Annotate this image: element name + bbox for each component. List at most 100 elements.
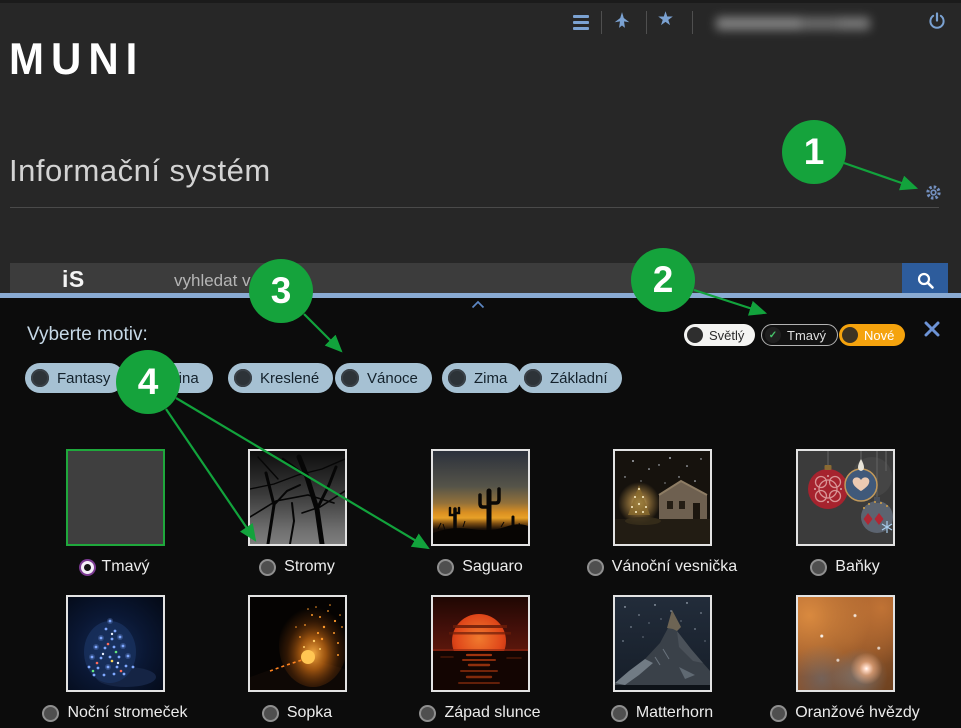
theme-card-banky[interactable]: Baňky [754,449,936,576]
menu-icon[interactable] [573,15,589,30]
theme-radio[interactable] [611,705,628,722]
callout-2: 2 [631,248,695,312]
theme-card-matterhorn[interactable]: Matterhorn [571,595,753,722]
category-dot [448,369,466,387]
collapse-chevron-icon[interactable] [471,300,485,309]
theme-label: Saguaro [462,558,523,576]
theme-label: Oranžové hvězdy [795,704,920,722]
callout-number: 4 [138,361,159,403]
saguaro-art [433,451,528,544]
category-dot [234,369,252,387]
sopka-art [250,597,345,690]
callout-1: 1 [782,120,846,184]
stromy-art [250,451,345,544]
search-button[interactable] [902,263,948,297]
close-icon[interactable] [924,321,940,337]
theme-thumbnail-vanocni-vesnicka[interactable] [613,449,712,546]
theme-thumbnail-sopka[interactable] [248,595,347,692]
category-pill-zakladni[interactable]: Základní [518,363,622,393]
theme-radio[interactable] [419,705,436,722]
callout-number: 2 [653,259,674,301]
toggle-light-mode[interactable]: Světlý [684,324,755,346]
category-pill-kreslene[interactable]: Kreslené [228,363,333,393]
theme-thumbnail-oranzove-hvezdy[interactable] [796,595,895,692]
category-label: Zima [474,370,507,387]
theme-card-nocni-stromecek[interactable]: Noční stromeček [24,595,206,722]
header-divider [692,11,693,34]
stromecek-art [68,597,163,690]
theme-card-vanocni-vesnicka[interactable]: Vánoční vesnička [571,449,753,576]
star-icon[interactable] [657,8,674,31]
matterhorn-art [615,597,710,690]
category-pill-fantasy[interactable]: Fantasy [25,363,124,393]
theme-thumbnail-zapad-slunce[interactable] [431,595,530,692]
category-dot [31,369,49,387]
callout-3: 3 [249,259,313,323]
toggle-new-themes[interactable]: Nové [839,324,905,346]
theme-card-oranzove-hvezdy[interactable]: Oranžové hvězdy [754,595,936,722]
theme-thumbnail-stromy[interactable] [248,449,347,546]
ismu-page: MUNI Informační systém iS Vyberte motiv:… [0,0,961,728]
theme-thumbnail-banky[interactable] [796,449,895,546]
theme-radio[interactable] [810,559,827,576]
toggle-dot [842,327,858,343]
theme-card-zapad-slunce[interactable]: Západ slunce [389,595,571,722]
category-pill-vanoce[interactable]: Vánoce [335,363,432,393]
theme-label: Noční stromeček [67,704,187,722]
theme-card-saguaro[interactable]: Saguaro [389,449,571,576]
toggle-dark-mode-selected[interactable]: Tmavý [761,324,838,346]
theme-label: Sopka [287,704,332,722]
theme-radio[interactable] [259,559,276,576]
nebula-art [798,597,893,690]
toggle-label: Tmavý [787,328,826,343]
theme-label: Tmavý [102,558,150,576]
category-dot [341,369,359,387]
top-edge-strip [0,0,961,3]
theme-label: Západ slunce [444,704,540,722]
theme-thumbnail-tmavy[interactable] [66,449,165,546]
theme-radio[interactable] [42,705,59,722]
vesnicka-art [615,451,710,544]
theme-radio-selected[interactable] [81,561,94,574]
category-label: Fantasy [57,370,110,387]
category-label: Vánoce [367,370,418,387]
theme-radio[interactable] [770,705,787,722]
theme-radio[interactable] [262,705,279,722]
theme-thumbnail-nocni-stromecek[interactable] [66,595,165,692]
theme-thumbnail-saguaro[interactable] [431,449,530,546]
theme-card-tmavy[interactable]: Tmavý [24,449,206,576]
toggle-dot [687,327,703,343]
theme-label: Baňky [835,558,879,576]
theme-label: Matterhorn [636,704,713,722]
banky-art [798,451,893,544]
theme-thumbnail-matterhorn[interactable] [613,595,712,692]
category-pill-zima[interactable]: Zima [442,363,521,393]
toggle-label: Světlý [709,328,744,343]
callout-number: 1 [804,131,825,173]
callout-number: 3 [271,270,292,312]
theme-label: Stromy [284,558,335,576]
settings-gear-icon[interactable] [925,184,942,201]
plane-icon[interactable] [613,11,631,30]
check-icon [765,327,781,343]
theme-radio[interactable] [437,559,454,576]
category-dot [524,369,542,387]
header-divider [646,11,647,34]
callout-arrow-1 [844,163,916,188]
muni-logo[interactable]: MUNI [9,34,144,84]
slunce-art [433,597,528,690]
is-logo: iS [62,266,85,293]
category-label: Kreslené [260,370,319,387]
panel-title: Vyberte motiv: [27,324,148,346]
power-icon[interactable] [928,12,946,30]
user-name-blurred[interactable] [716,17,870,30]
callout-4: 4 [116,350,180,414]
page-title: Informační systém [9,153,271,189]
theme-card-stromy[interactable]: Stromy [206,449,388,576]
theme-card-sopka[interactable]: Sopka [206,595,388,722]
theme-radio[interactable] [587,559,604,576]
category-label: Základní [550,370,608,387]
magnifier-icon [916,271,935,290]
toggle-label: Nové [864,328,894,343]
theme-label: Vánoční vesnička [612,558,737,576]
